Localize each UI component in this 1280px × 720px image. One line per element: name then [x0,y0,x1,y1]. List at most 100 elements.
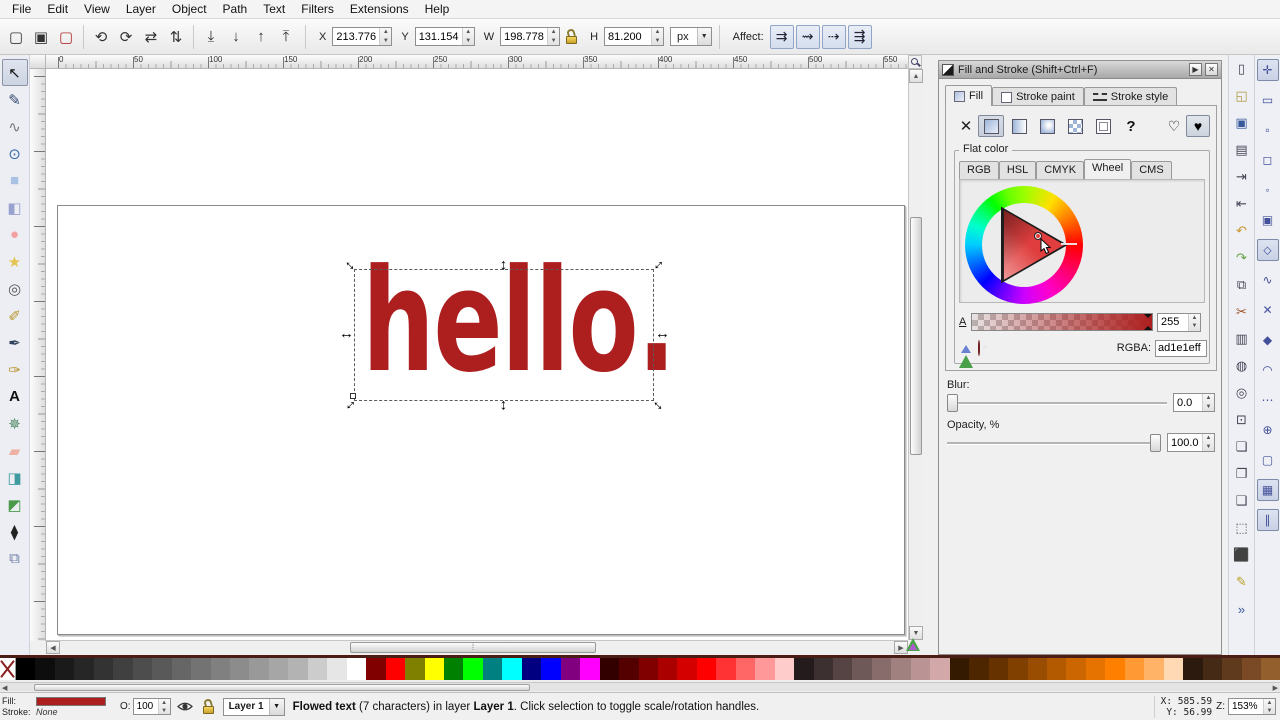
palette-swatch[interactable] [229,658,250,680]
color-tab-cmyk[interactable]: CMYK [1036,161,1085,179]
palette-swatch[interactable] [385,658,406,680]
rotate-90-cw-button[interactable]: ⟳ [114,25,138,49]
palette-swatch[interactable] [1047,658,1067,680]
color-tab-cms[interactable]: CMS [1131,161,1172,179]
menu-view[interactable]: View [76,0,118,18]
deselect-button[interactable]: ▢ [54,25,78,49]
spin-down-icon[interactable]: ▼ [548,37,559,46]
snap-cusp-nodes-toggle[interactable]: ◆ [1257,329,1279,351]
palette-swatch[interactable] [171,658,192,680]
horizontal-scrollbar[interactable]: ◀ ▶ [46,640,908,654]
dialog-title-bar[interactable]: Fill and Stroke (Shift+Ctrl+F) ▶ ✕ [939,61,1221,79]
scroll-left-icon[interactable]: ◀ [46,641,60,654]
palette-swatch-none[interactable] [0,658,16,680]
snap-bbox-corners-toggle[interactable]: ◻ [1257,149,1279,171]
ellipse-tool[interactable]: ● [2,221,28,248]
fill-stroke-dialog-button[interactable]: ✎ [1231,571,1253,593]
palette-swatch[interactable] [541,658,561,680]
rectangle-tool[interactable]: ■ [2,167,28,194]
color-tab-rgb[interactable]: RGB [959,161,999,179]
snap-guides-toggle[interactable]: ∥ [1256,509,1279,531]
scale-corners-toggle-button[interactable]: ⇝ [795,24,820,49]
zoom-to-drawing-button[interactable]: ◎ [1231,382,1253,404]
pencil-tool[interactable]: ✐ [2,302,28,329]
spray-tool[interactable]: ✵ [2,410,28,437]
color-tab-hsl[interactable]: HSL [998,161,1037,179]
layer-visibility-toggle[interactable] [175,698,195,716]
palette-swatch[interactable] [366,658,386,680]
fill-color-swatch[interactable] [36,696,106,706]
palette-swatch[interactable] [1222,658,1242,680]
palette-swatch[interactable] [1085,658,1106,680]
spin-up-icon[interactable]: ▲ [1189,314,1200,323]
scale-handle-n[interactable]: ↔ [497,258,514,273]
menu-layer[interactable]: Layer [118,0,164,18]
saturation-value-triangle[interactable] [965,186,1083,304]
spin-up-icon[interactable]: ▲ [380,28,391,37]
flip-horizontal-button[interactable]: ⇄ [139,25,163,49]
palette-swatch[interactable] [638,658,658,680]
snap-smooth-nodes-toggle[interactable]: ◠ [1257,359,1279,381]
palette-swatch[interactable] [619,658,639,680]
palette-swatch[interactable] [988,658,1009,680]
x-spinbox[interactable]: ▲▼ [332,27,393,46]
palette-swatch[interactable] [74,658,94,680]
blur-slider-thumb[interactable] [947,393,958,412]
palette-swatch[interactable] [1202,658,1223,680]
spin-down-icon[interactable]: ▼ [1203,403,1214,412]
scale-stroke-toggle-button[interactable]: ⇉ [769,24,794,49]
fill-rule-nonzero-button[interactable]: ♥ [1186,115,1210,137]
tab-stroke-paint[interactable]: Stroke paint [992,87,1084,106]
blur-spinbox[interactable]: ▲▼ [1173,393,1215,412]
alpha-spinbox[interactable]: ▲▼ [1157,312,1201,332]
unknown-paint-button[interactable]: ? [1118,118,1144,135]
pattern-button[interactable] [1062,115,1088,137]
sticky-zoom-button[interactable] [908,55,922,69]
star-tool[interactable]: ★ [2,248,28,275]
create-clone-button[interactable]: ❐ [1231,463,1253,485]
palette-swatch[interactable] [657,658,678,680]
scale-handle-s[interactable]: ↔ [497,398,514,413]
palette-swatch[interactable] [16,658,36,680]
spin-down-icon[interactable]: ▼ [159,707,170,715]
palette-swatch[interactable] [1261,658,1280,680]
select-all-in-all-layers-button[interactable]: ▣ [29,25,53,49]
connector-tool[interactable]: ⧉ [2,545,28,572]
snap-path-intersections-toggle[interactable]: ✕ [1257,299,1279,321]
palette-swatch[interactable] [794,658,814,680]
palette-swatch[interactable] [560,658,581,680]
paste-button[interactable]: ▥ [1231,328,1253,350]
chevron-down-icon[interactable]: ▼ [268,698,284,715]
raise-to-top-button[interactable]: ⤒ [274,25,298,49]
flow-text-resize-handle[interactable] [350,393,356,399]
rotate-90-ccw-button[interactable]: ⟲ [89,25,113,49]
palette-swatch[interactable] [210,658,230,680]
palette-swatch[interactable] [580,658,600,680]
palette-swatch[interactable] [1144,658,1164,680]
linear-gradient-button[interactable] [1006,115,1032,137]
opacity-spinbox[interactable]: ▲▼ [1167,433,1215,452]
palette-scrollbar[interactable]: ◀ ▶ [0,682,1280,692]
cut-button[interactable]: ✂ [1231,301,1253,323]
scroll-up-icon[interactable]: ▲ [909,69,923,83]
palette-swatch[interactable] [1183,658,1203,680]
spin-down-icon[interactable]: ▼ [1203,443,1214,452]
vertical-ruler[interactable] [30,69,46,641]
tweak-tool[interactable]: ∿ [2,113,28,140]
style-indicator[interactable]: Fill: Stroke: None [2,696,114,718]
palette-swatch[interactable] [1163,658,1184,680]
overflow-button[interactable]: » [1231,598,1253,620]
zoom-to-selection-button[interactable]: ◍ [1231,355,1253,377]
palette-swatch[interactable] [443,658,464,680]
palette-swatch[interactable] [833,658,853,680]
lower-to-bottom-button[interactable]: ⤓ [199,25,223,49]
unlink-clone-button[interactable]: ❑ [1231,490,1253,512]
palette-swatch[interactable] [482,658,503,680]
rgba-input[interactable] [1155,339,1207,357]
snap-bbox-edges-toggle[interactable]: ▫ [1257,119,1279,141]
enable-snapping-toggle[interactable]: ✛ [1256,59,1279,81]
palette-swatch[interactable] [152,658,172,680]
palette-swatch[interactable] [1124,658,1145,680]
palette-swatch[interactable] [696,658,717,680]
current-layer-dropdown[interactable]: Layer 1 ▼ [222,697,285,716]
